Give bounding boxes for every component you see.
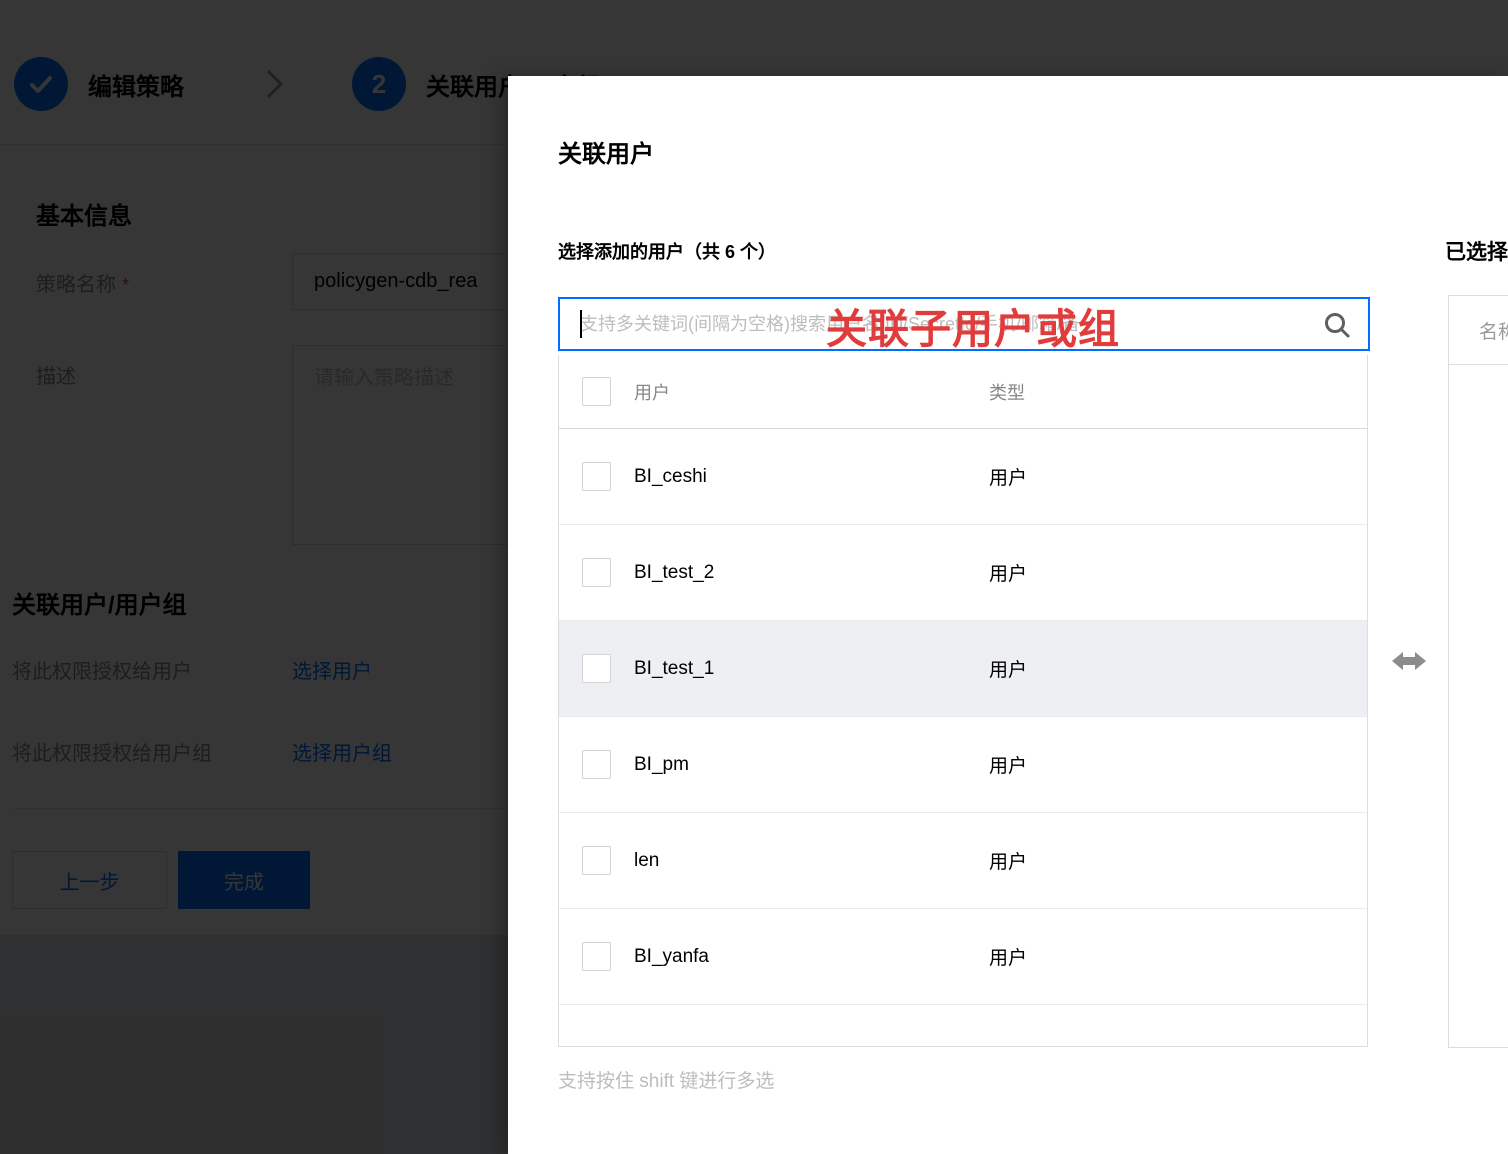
header-user-column: 用户 <box>634 382 670 403</box>
user-table: 用户 类型 BI_ceshi 用户 BI_test_2 用户 BI_test_1 用户 BI… <box>558 355 1368 1047</box>
user-type: 用户 <box>989 948 1028 969</box>
user-type: 用户 <box>989 564 1028 585</box>
red-annotation-text: 关联子用户或组 <box>826 306 1120 352</box>
row-checkbox[interactable] <box>582 462 611 491</box>
row-checkbox[interactable] <box>582 558 611 587</box>
row-checkbox[interactable] <box>582 654 611 683</box>
user-table-header: 用户 类型 <box>559 355 1367 429</box>
table-row[interactable]: BI_test_1 用户 <box>559 621 1367 717</box>
table-row[interactable]: BI_pm 用户 <box>559 717 1367 813</box>
row-checkbox[interactable] <box>582 942 611 971</box>
row-checkbox[interactable] <box>582 750 611 779</box>
user-type: 用户 <box>989 756 1028 777</box>
transfer-arrow-icon <box>1392 648 1426 679</box>
modal-title: 关联用户 <box>558 141 654 168</box>
table-empty-strip <box>559 1005 1367 1046</box>
user-name: BI_test_1 <box>634 657 715 679</box>
select-all-checkbox[interactable] <box>582 377 611 406</box>
user-type: 用户 <box>989 468 1028 489</box>
table-row[interactable]: BI_yanfa 用户 <box>559 909 1367 1005</box>
selected-panel-title: 已选择 <box>1445 241 1508 264</box>
multi-select-hint: 支持按住 shift 键进行多选 <box>558 1071 775 1092</box>
table-row[interactable]: BI_ceshi 用户 <box>559 429 1367 525</box>
text-caret <box>580 310 582 338</box>
selected-name-column: 名称 <box>1479 321 1508 343</box>
screen: 编辑策略 2 关联用户/用户组 基本信息 策略名称* policygen-cdb… <box>0 0 1508 1154</box>
user-name: BI_pm <box>634 753 689 775</box>
table-row[interactable]: len 用户 <box>559 813 1367 909</box>
user-name: BI_yanfa <box>634 945 709 967</box>
user-table-body: BI_ceshi 用户 BI_test_2 用户 BI_test_1 用户 BI_pm 用户 l… <box>559 429 1367 1005</box>
selected-users-box: 名称 <box>1448 295 1508 1048</box>
user-name: BI_test_2 <box>634 561 715 583</box>
row-checkbox[interactable] <box>582 846 611 875</box>
user-name: len <box>634 849 660 871</box>
user-type: 用户 <box>989 660 1028 681</box>
table-row[interactable]: BI_test_2 用户 <box>559 525 1367 621</box>
search-icon[interactable] <box>1322 310 1352 345</box>
user-list-subtitle: 选择添加的用户（共 6 个） <box>558 242 777 262</box>
associate-user-modal: 关联用户 选择添加的用户（共 6 个） 用户 类型 BI_ceshi用户BI_t… <box>508 76 1508 1154</box>
selected-box-header: 名称 <box>1449 296 1508 365</box>
user-type: 用户 <box>989 852 1028 873</box>
header-type-column: 类型 <box>989 382 1025 403</box>
user-name: BI_ceshi <box>634 465 707 487</box>
